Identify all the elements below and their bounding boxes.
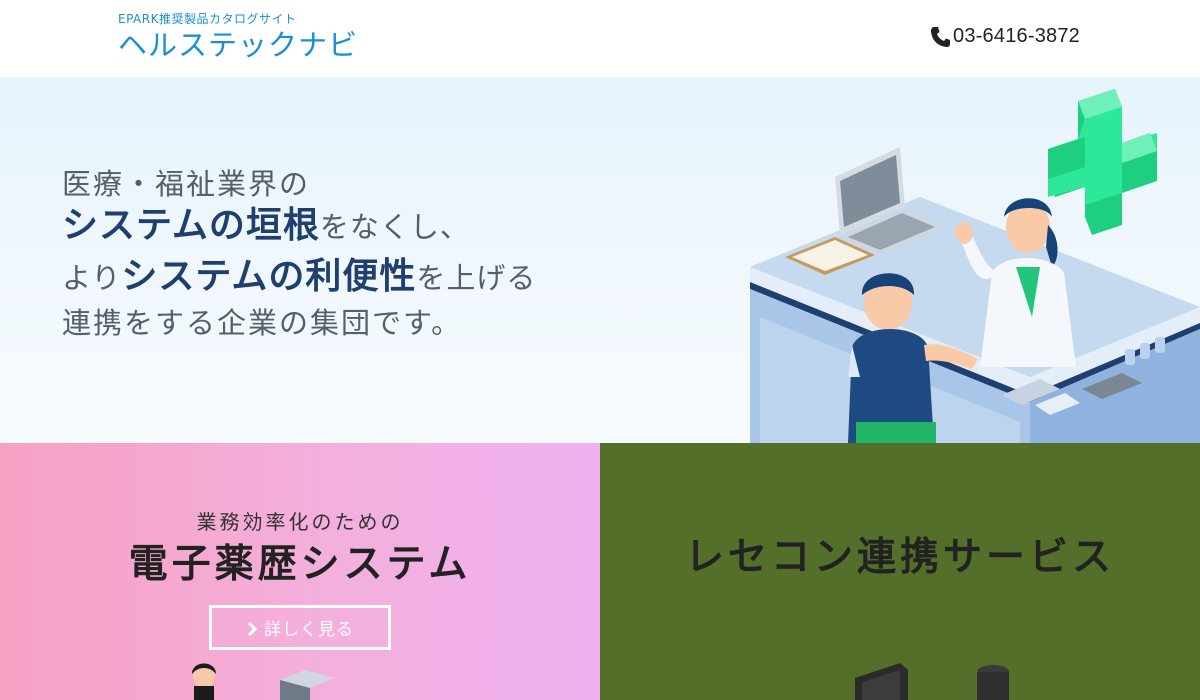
- details-button[interactable]: 詳しく見る: [209, 605, 391, 650]
- hero-line-4: 連携をする企業の集団です。: [62, 306, 463, 340]
- site-header: EPARK推奨製品カタログサイト ヘルステックナビ 03-6416-3872: [0, 0, 1200, 77]
- hero-copy: 医療・福祉業界の システムの垣根をなくし、 よりシステムの利便性を上げる 連携を…: [62, 167, 536, 343]
- hero-line-2: システムの垣根をなくし、: [62, 201, 536, 252]
- receipt-link-panel: レセコン連携サービス: [600, 443, 1200, 700]
- hero-line-1: 医療・福祉業界の: [62, 167, 311, 201]
- hero-line-3: よりシステムの利便性を上げる: [62, 252, 536, 303]
- ehr-system-panel: 業務効率化のための 電子薬歴システム 詳しく見る: [0, 443, 600, 700]
- phone-number: 03-6416-3872: [953, 25, 1080, 47]
- green-cross-icon: [1048, 89, 1157, 235]
- hero-emphasis-2: システムの利便性: [121, 256, 417, 297]
- ehr-illustration: [192, 663, 335, 700]
- phone-link[interactable]: 03-6416-3872: [930, 25, 1080, 48]
- details-button-label: 詳しく見る: [264, 620, 354, 640]
- pharmacy-illustration: [750, 89, 1200, 443]
- phone-icon: [930, 26, 951, 48]
- site-name: ヘルステックナビ: [118, 28, 359, 62]
- hero-line-3-pre: より: [62, 261, 122, 295]
- hero-line-3-rest: を上げる: [416, 261, 537, 295]
- receipt-illustration: [855, 663, 1009, 700]
- panel-title: レセコン連携サービス: [684, 535, 1115, 580]
- site-tagline: EPARK推奨製品カタログサイト: [118, 12, 297, 26]
- panel-subtitle: 業務効率化のための: [196, 510, 404, 534]
- hero-line-2-rest: をなくし、: [319, 210, 470, 244]
- hero-banner: 医療・福祉業界の システムの垣根をなくし、 よりシステムの利便性を上げる 連携を…: [0, 77, 1200, 443]
- site-logo-link[interactable]: EPARK推奨製品カタログサイト ヘルステックナビ: [118, 12, 358, 63]
- panel-title: 電子薬歴システム: [128, 542, 472, 587]
- chevron-right-icon: [246, 621, 258, 636]
- hero-emphasis-1: システムの垣根: [62, 205, 320, 246]
